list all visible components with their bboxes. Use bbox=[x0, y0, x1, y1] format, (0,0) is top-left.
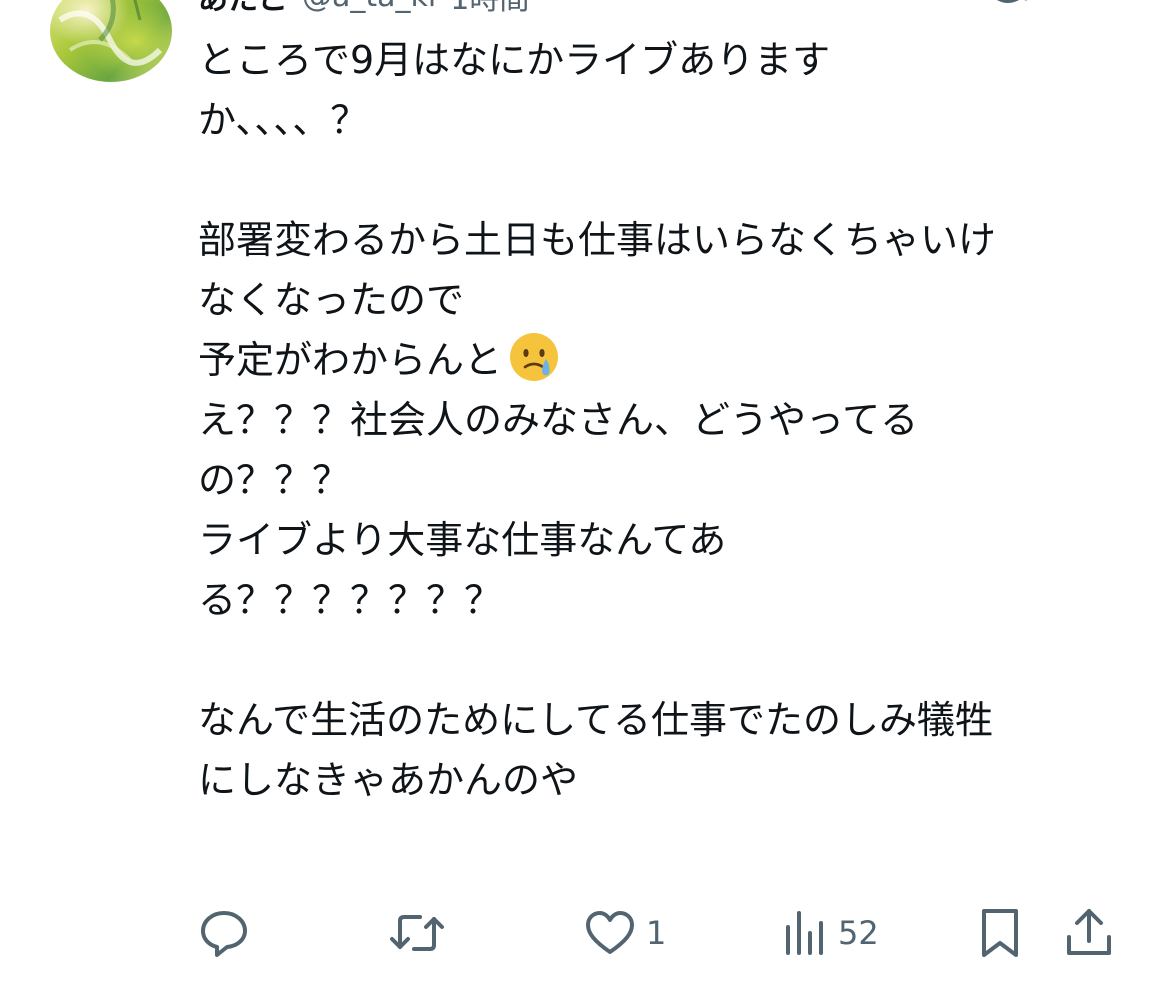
avatar-image bbox=[58, 0, 163, 66]
author-handle[interactable]: @a_ta_ki bbox=[302, 0, 436, 14]
action-bar: 1 52 bbox=[198, 900, 1118, 970]
bar-chart-icon bbox=[786, 911, 823, 955]
tweet-header: あたこ @a_ta_ki 1時間 bbox=[198, 0, 529, 18]
bookmark-icon bbox=[982, 909, 1018, 957]
share-icon bbox=[1067, 909, 1111, 955]
tweet-text: ところで9月はなにかライブあります か、、、、？ 部署変わるから土日も仕事はいら… bbox=[198, 30, 1118, 810]
views-button[interactable]: 52 bbox=[782, 908, 879, 958]
like-count: 1 bbox=[646, 914, 667, 952]
retweet-button[interactable] bbox=[388, 908, 446, 958]
avatar[interactable] bbox=[50, 0, 172, 82]
bookmark-button[interactable] bbox=[978, 908, 1022, 958]
tweet-text-part2: え？？？社会人のみなさん、どうやってる の？？？ ライブより大事な仕事なんてあ … bbox=[198, 398, 993, 802]
share-button[interactable] bbox=[1064, 908, 1114, 958]
heart-icon bbox=[586, 911, 634, 954]
like-button[interactable]: 1 bbox=[584, 908, 666, 958]
grok-icon[interactable] bbox=[978, 0, 1038, 20]
views-count: 52 bbox=[838, 914, 879, 952]
retweet-icon bbox=[390, 915, 444, 951]
tweet-text-part1: ところで9月はなにかライブあります か、、、、？ 部署変わるから土日も仕事はいら… bbox=[198, 38, 997, 382]
tweet-time[interactable]: 1時間 bbox=[450, 0, 529, 18]
face-holding-back-tears-icon bbox=[510, 333, 559, 381]
reply-icon bbox=[201, 911, 247, 957]
reply-button[interactable] bbox=[198, 908, 250, 958]
author-name[interactable]: あたこ bbox=[198, 0, 288, 18]
